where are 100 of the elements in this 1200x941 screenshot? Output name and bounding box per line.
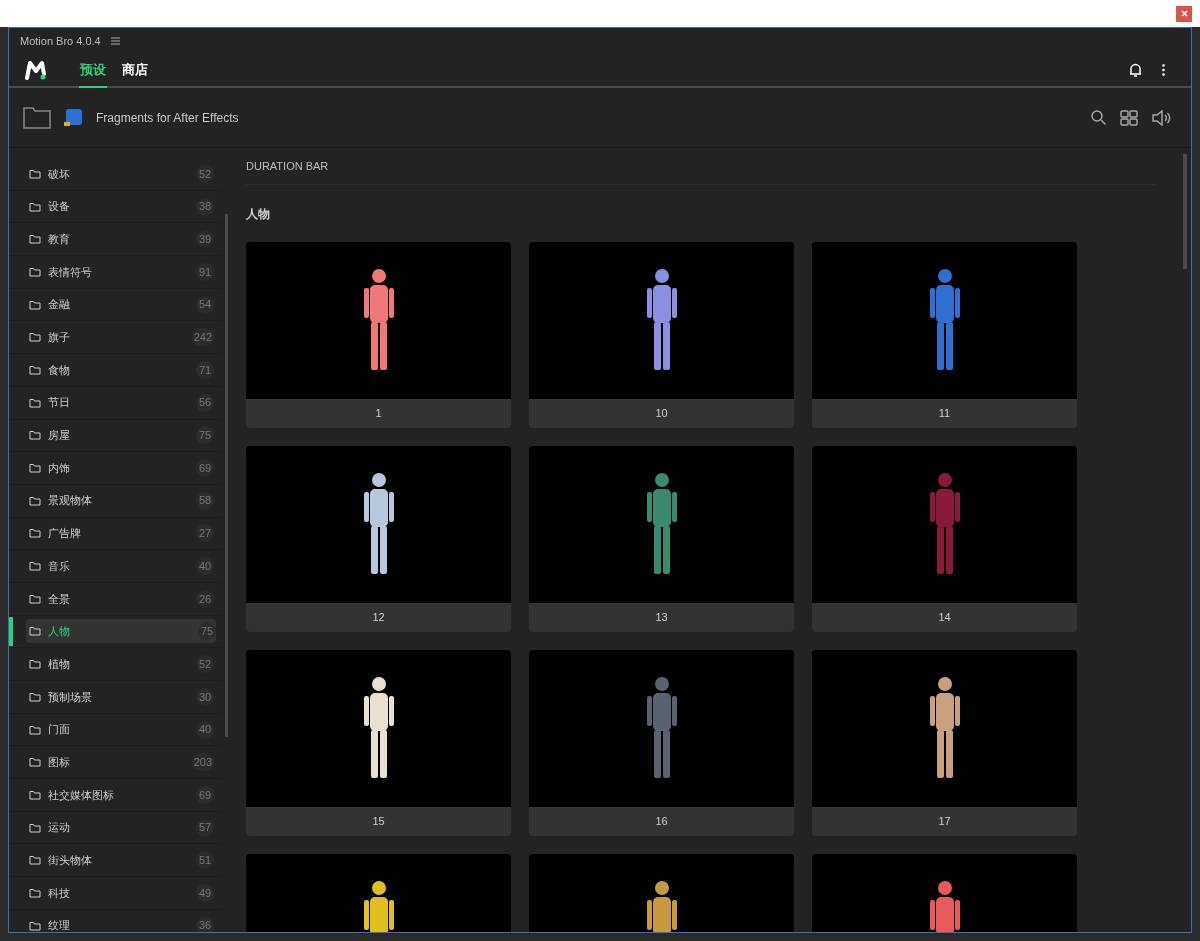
- count-badge: 27: [196, 524, 214, 543]
- preset-label: 10: [655, 406, 668, 422]
- category-label: 图标: [48, 754, 70, 770]
- category-label: 食物: [48, 362, 70, 378]
- pack-logo-icon: [63, 107, 83, 128]
- folder-icon: [29, 495, 41, 506]
- scrollbar[interactable]: [1183, 154, 1187, 269]
- category-label: 表情符号: [48, 264, 92, 280]
- close-button[interactable]: [1176, 5, 1192, 22]
- folder-icon: [29, 822, 41, 833]
- category-label: 节日: [48, 395, 70, 411]
- preset-card[interactable]: 10: [529, 242, 794, 428]
- folder-icon: [29, 561, 41, 572]
- speaker-icon[interactable]: [1152, 109, 1171, 126]
- category-item[interactable]: 图标 203: [9, 746, 222, 780]
- preset-card[interactable]: 12: [246, 446, 511, 632]
- category-item[interactable]: 植物 52: [9, 648, 222, 681]
- category-label: 运动: [48, 820, 70, 836]
- category-label: 房屋: [48, 428, 70, 444]
- preset-card[interactable]: 13: [529, 446, 794, 632]
- more-icon[interactable]: [1162, 64, 1165, 76]
- grid-icon[interactable]: [1120, 109, 1138, 126]
- menu-icon[interactable]: [110, 37, 120, 45]
- category-item[interactable]: 广告牌 27: [9, 517, 222, 551]
- count-badge: 40: [196, 557, 214, 576]
- preset-card[interactable]: 11: [812, 242, 1077, 428]
- count-badge: 69: [196, 785, 214, 804]
- preset-label: 17: [938, 814, 951, 830]
- category-item[interactable]: 内饰 69: [9, 452, 222, 485]
- preset-card[interactable]: 1: [246, 242, 511, 428]
- category-item[interactable]: 纹理 36: [9, 909, 222, 932]
- count-badge: 75: [198, 622, 216, 641]
- preset-label: 13: [655, 610, 668, 626]
- category-item[interactable]: 门面 40: [9, 713, 222, 747]
- folder-icon: [29, 757, 41, 768]
- category-label: 景观物体: [48, 493, 92, 509]
- category-label: 设备: [48, 199, 70, 215]
- count-badge: 52: [196, 164, 214, 183]
- bell-icon[interactable]: [1129, 63, 1142, 77]
- category-item[interactable]: 节日 56: [9, 386, 222, 420]
- category-item[interactable]: 人物 75: [9, 615, 222, 649]
- duration-bar-label: DURATION BAR: [246, 158, 329, 174]
- category-label: 广告牌: [48, 526, 81, 542]
- count-badge: 52: [196, 655, 214, 674]
- category-item[interactable]: 食物 71: [9, 354, 222, 387]
- count-badge: 58: [196, 491, 214, 510]
- folder-icon: [29, 364, 41, 375]
- count-badge: 57: [196, 818, 214, 837]
- pack-title: Fragments for After Effects: [96, 109, 239, 127]
- category-item[interactable]: 全景 26: [9, 582, 222, 616]
- category-item[interactable]: 金融 54: [9, 288, 222, 322]
- category-item[interactable]: 社交媒体图标 69: [9, 779, 222, 812]
- category-label: 科技: [48, 885, 70, 901]
- count-badge: 49: [196, 883, 214, 902]
- preset-label: 16: [655, 814, 668, 830]
- category-item[interactable]: 教育 39: [9, 223, 222, 257]
- category-label: 全景: [48, 591, 70, 607]
- category-item[interactable]: 科技 49: [9, 877, 222, 910]
- category-item[interactable]: 旗子 242: [9, 321, 222, 355]
- category-item[interactable]: 预制场景 30: [9, 681, 222, 714]
- scrollbar[interactable]: [225, 214, 228, 737]
- category-item[interactable]: 景观物体 58: [9, 484, 222, 518]
- preset-card[interactable]: 15: [246, 650, 511, 836]
- selection-indicator: [9, 616, 13, 647]
- close-icon: [1180, 10, 1188, 17]
- category-label: 社交媒体图标: [48, 787, 114, 803]
- preset-card[interactable]: 14: [812, 446, 1077, 632]
- category-item[interactable]: 表情符号 91: [9, 256, 222, 289]
- nav-tab[interactable]: 预设: [79, 54, 107, 88]
- category-label: 门面: [48, 722, 70, 738]
- preset-card[interactable]: 17: [812, 650, 1077, 836]
- category-item[interactable]: 街头物体 51: [9, 844, 222, 878]
- folder-icon: [29, 234, 41, 245]
- category-item[interactable]: 运动 57: [9, 811, 222, 845]
- preset-label: 14: [938, 610, 951, 626]
- category-item[interactable]: 房屋 75: [9, 419, 222, 453]
- folder-icon[interactable]: [23, 106, 51, 129]
- category-label: 植物: [48, 656, 70, 672]
- count-badge: 51: [196, 851, 214, 870]
- nav-tab[interactable]: 商店: [121, 54, 149, 86]
- folder-icon: [29, 463, 41, 474]
- category-item[interactable]: 设备 38: [9, 190, 222, 224]
- category-item[interactable]: 破坏 52: [9, 158, 222, 191]
- preset-card[interactable]: 16: [529, 650, 794, 836]
- category-label: 纹理: [48, 918, 70, 932]
- count-badge: 36: [196, 916, 214, 932]
- search-icon[interactable]: [1091, 110, 1106, 125]
- count-badge: 26: [196, 589, 214, 608]
- count-badge: 30: [196, 687, 214, 706]
- count-badge: 39: [196, 230, 214, 249]
- category-label: 预制场景: [48, 689, 92, 705]
- count-badge: 203: [191, 753, 214, 772]
- count-badge: 242: [191, 328, 214, 347]
- count-badge: 75: [196, 426, 214, 445]
- folder-icon: [29, 887, 41, 898]
- folder-icon: [29, 266, 41, 277]
- folder-icon: [29, 724, 41, 735]
- section-title: 人物: [246, 205, 270, 223]
- category-item[interactable]: 音乐 40: [9, 550, 222, 583]
- folder-icon: [29, 528, 41, 539]
